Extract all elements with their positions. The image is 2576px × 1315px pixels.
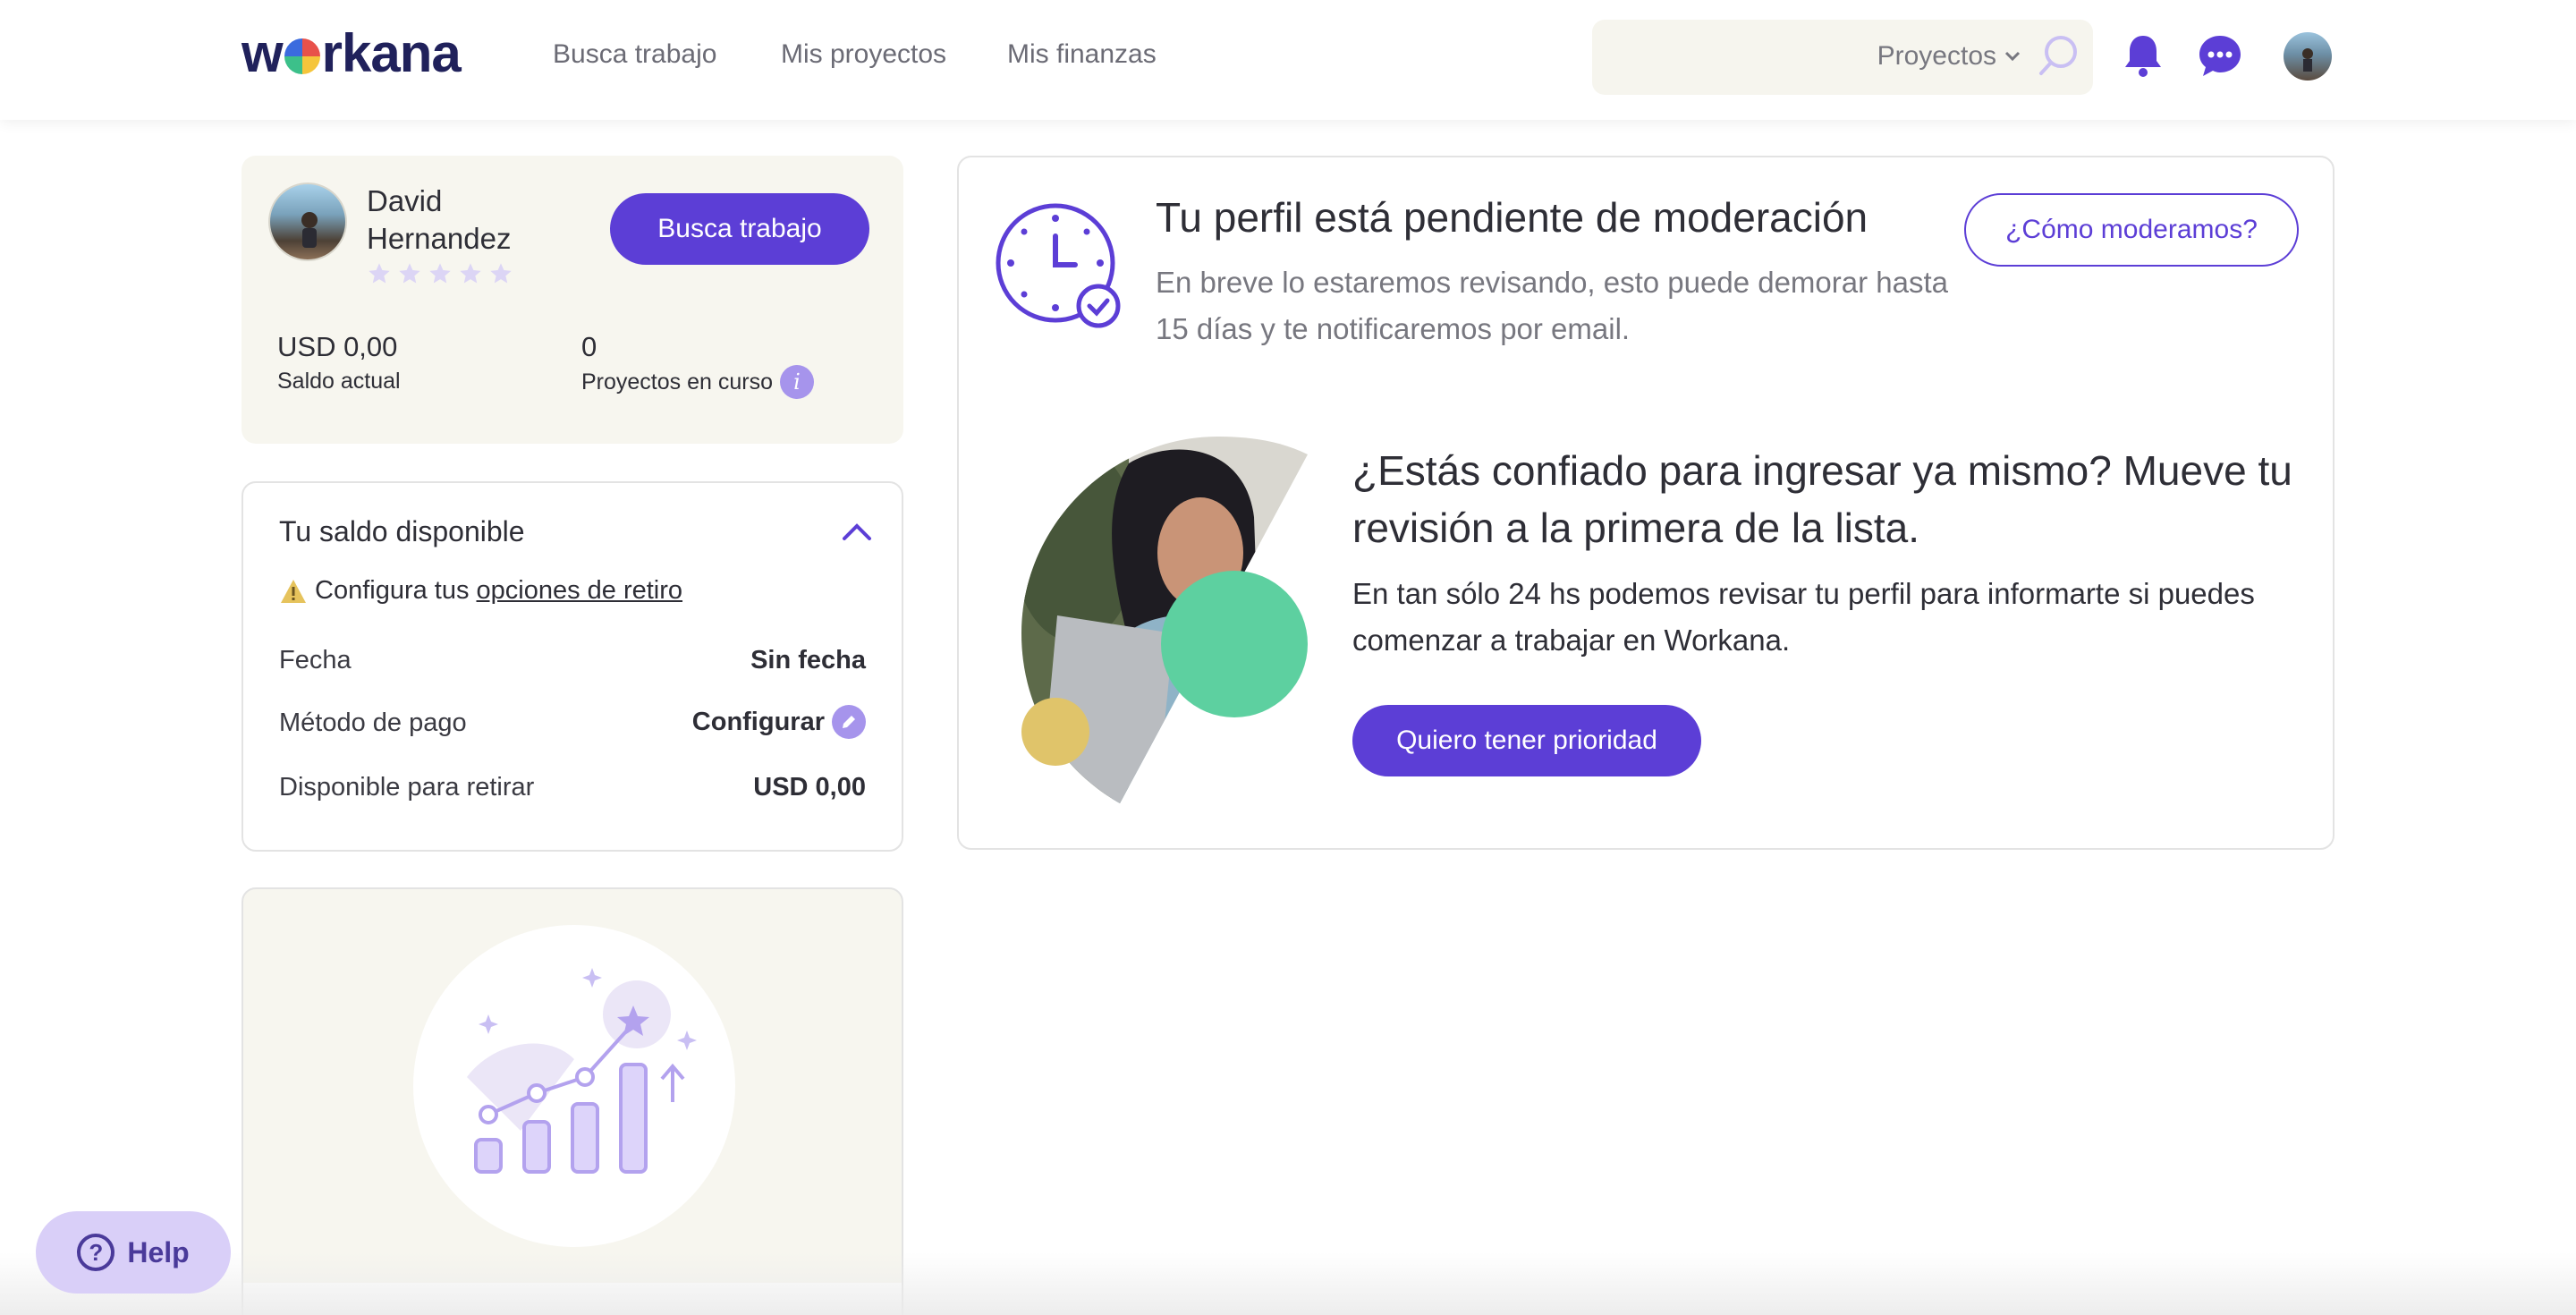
withdrawal-warning: Configura tus opciones de retiro [279,576,682,606]
nav-mis-proyectos[interactable]: Mis proyectos [781,39,946,70]
logo-text-end: rkana [321,22,462,83]
star-icon [369,263,390,284]
moderation-status-card: Tu perfil está pendiente de moderación E… [957,156,2334,850]
search-icon[interactable] [2034,32,2082,81]
nav-busca-trabajo[interactable]: Busca trabajo [553,39,716,70]
clock-check-icon [996,203,1121,328]
how-we-moderate-button[interactable]: ¿Cómo moderamos? [1964,193,2299,267]
date-label: Fecha [279,646,352,674]
star-icon [460,263,481,284]
busca-trabajo-button[interactable]: Busca trabajo [610,193,869,265]
question-mark-icon: ? [77,1234,115,1271]
pencil-edit-icon[interactable] [832,705,866,739]
priority-title: ¿Estás confiado para ingresar ya mismo? … [1352,447,2292,551]
profile-name[interactable]: David Hernandez [367,182,537,258]
profile-summary-card: David Hernandez Busca trabajo USD 0,00 S… [242,156,903,444]
growth-chart-illustration [467,968,697,1174]
workana-logo[interactable]: w rkana [242,22,462,83]
priority-review-button[interactable]: Quiero tener prioridad [1352,705,1701,776]
search-category-label: Proyectos [1877,41,1996,71]
logo-text-start: w [242,22,284,83]
current-balance-value: USD 0,00 [277,331,398,362]
projects-in-progress-row: Proyectos en curso i [581,365,814,399]
nav-mis-finanzas[interactable]: Mis finanzas [1007,39,1157,70]
star-icon [399,263,420,284]
logo-globe-icon [284,38,320,74]
priority-description: En tan sólo 24 hs podemos revisar tu per… [1352,577,2255,657]
bell-icon[interactable] [2118,30,2168,81]
moderation-description: En breve lo estaremos revisando, esto pu… [1156,266,1949,345]
search-category-select[interactable]: Proyectos [1877,41,2021,72]
payment-method-configure[interactable]: Configurar [692,705,866,739]
star-icon [490,263,512,284]
warning-text: Configura tus [315,576,470,605]
available-balance-card: Tu saldo disponible Configura tus opcion… [242,481,903,852]
search-bar[interactable]: Proyectos [1592,20,2093,95]
help-button[interactable]: ? Help [36,1211,231,1294]
info-icon[interactable]: i [780,365,814,399]
avatar-person-icon [301,212,318,248]
top-navigation-bar: w rkana Busca trabajo Mis proyectos Mis f… [0,0,2576,120]
available-to-withdraw-value: USD 0,00 [753,773,866,802]
available-to-withdraw-label: Disponible para retirar [279,773,535,802]
help-label: Help [127,1235,190,1268]
warning-icon [281,579,306,603]
chevron-up-icon[interactable] [839,513,875,549]
current-balance-label: Saldo actual [277,369,401,394]
woman-laptop-illustration [1021,437,1308,803]
star-icon [429,263,451,284]
moderation-title: Tu perfil está pendiente de moderación [1156,194,1868,241]
date-value: Sin fecha [750,646,866,674]
payment-method-label: Método de pago [279,708,467,737]
user-avatar[interactable] [2284,32,2332,81]
withdrawal-options-link[interactable]: opciones de retiro [477,576,683,606]
growth-promo-card [242,887,903,1315]
chevron-down-icon [2004,51,2021,62]
avatar-person-icon [2302,48,2313,72]
profile-avatar[interactable] [268,182,347,261]
available-balance-title: Tu saldo disponible [279,515,525,547]
bottom-scroll-fade [0,1252,2576,1315]
payment-method-value: Configurar [691,707,825,736]
projects-in-progress-label: Proyectos en curso [581,369,773,394]
projects-in-progress-value: 0 [581,331,597,362]
chat-bubble-icon[interactable] [2195,30,2245,81]
rating-stars [367,261,513,286]
